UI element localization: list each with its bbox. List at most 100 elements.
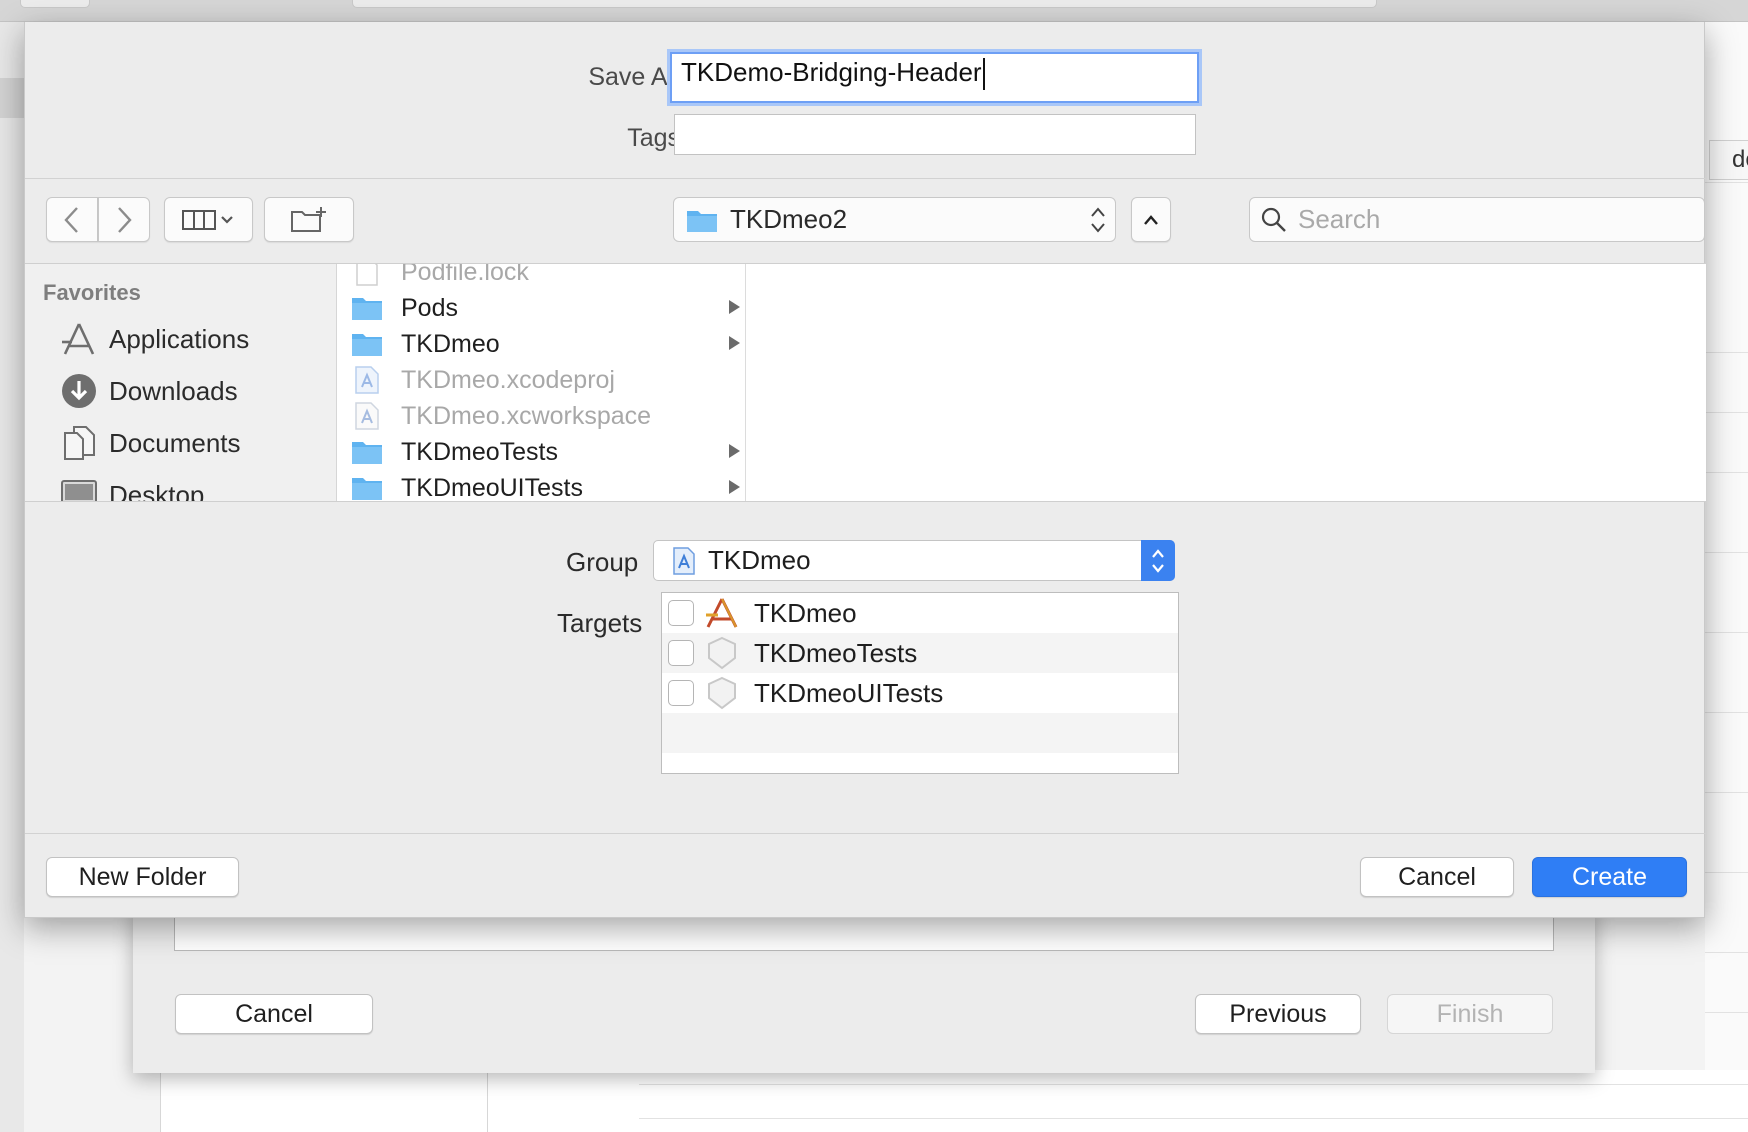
file-name: Podfile.lock (401, 264, 529, 286)
disclosure-arrow-icon (729, 300, 740, 314)
target-name: TKDmeo (754, 597, 857, 628)
desktop-icon (59, 475, 99, 501)
background-table (160, 1070, 1748, 1132)
search-placeholder: Search (1298, 204, 1381, 234)
disclosure-arrow-icon (729, 336, 740, 350)
new-file-wizard: Cancel Previous Finish (133, 905, 1595, 1073)
cancel-button[interactable]: Cancel (1360, 857, 1514, 897)
sidebar: Favorites Applications Downloads Documen… (25, 264, 337, 501)
test-target-icon (704, 675, 740, 711)
background-row-line (1705, 182, 1748, 183)
chevron-up-icon (1144, 214, 1158, 225)
view-mode-button[interactable] (164, 197, 253, 242)
file-name: TKDmeo.xcworkspace (401, 401, 652, 430)
wizard-cancel-button[interactable]: Cancel (175, 994, 373, 1034)
background-selection (0, 78, 24, 118)
empty-row (662, 713, 1178, 753)
background-editor: de (1705, 22, 1748, 1132)
target-checkbox[interactable] (668, 680, 694, 706)
location-popup[interactable]: TKDmeo2 (673, 197, 1116, 242)
background-row-line (1705, 472, 1748, 473)
app-target-icon (704, 595, 740, 631)
folder-icon (687, 210, 717, 232)
file-name: TKDmeo.xcodeproj (401, 365, 615, 394)
background-tab: de (1709, 140, 1748, 180)
back-button[interactable] (46, 197, 98, 242)
sidebar-item-label: Downloads (109, 375, 238, 406)
file-row[interactable]: TKDmeo.xcodeproj (337, 362, 745, 398)
search-field[interactable]: Search (1249, 197, 1705, 242)
background-divider (487, 1070, 488, 1132)
target-checkbox[interactable] (668, 640, 694, 666)
create-button[interactable]: Create (1532, 857, 1687, 897)
background-row-line (1705, 552, 1748, 553)
expand-toggle-button[interactable] (1131, 197, 1171, 242)
chevron-left-icon (64, 206, 78, 233)
group-value: TKDmeo (708, 545, 811, 575)
background-row-line (639, 1084, 1748, 1085)
sidebar-heading: Favorites (43, 280, 141, 305)
file-name: TKDmeo (401, 329, 500, 358)
wizard-finish-button[interactable]: Finish (1387, 994, 1553, 1034)
save-as-field[interactable]: TKDemo-Bridging-Header (670, 52, 1199, 103)
background-row-line (1705, 1012, 1748, 1013)
xcodeproj-icon (673, 546, 695, 575)
wizard-previous-button[interactable]: Previous (1195, 994, 1361, 1034)
background-row-line (1705, 872, 1748, 873)
background-row-line (1705, 952, 1748, 953)
up-down-chevron-icon (1091, 207, 1105, 233)
background-row-line (1705, 792, 1748, 793)
folder-icon (349, 470, 385, 501)
text-caret (982, 58, 985, 91)
background-navigator (0, 22, 24, 1132)
target-name: TKDmeoTests (754, 637, 918, 668)
sidebar-item-label: Applications (109, 323, 250, 354)
xcworkspace-icon (349, 398, 385, 434)
forward-button[interactable] (98, 197, 150, 242)
target-row[interactable]: TKDmeo (662, 593, 1178, 633)
background-row-line (639, 1118, 1748, 1119)
background-toolbar (0, 0, 1748, 22)
file-name: TKDmeoTests (401, 437, 558, 466)
target-row[interactable]: TKDmeoTests (662, 633, 1178, 673)
dialog-separator (25, 178, 1706, 179)
group-label: Group (566, 547, 639, 577)
new-folder-icon (291, 206, 326, 232)
dialog-separator (25, 833, 1706, 834)
document-icon (349, 264, 385, 290)
file-column: Podfile.lock Pods TKDmeo TKDmeo.xcodepro… (337, 264, 746, 501)
disclosure-arrow-icon (729, 480, 740, 494)
target-row[interactable]: TKDmeoUITests (662, 673, 1178, 713)
new-folder-button[interactable]: New Folder (46, 857, 239, 897)
file-row[interactable]: TKDmeoTests (337, 434, 745, 470)
file-row[interactable]: TKDmeo (337, 326, 745, 362)
group-stepper[interactable] (1141, 540, 1175, 581)
target-checkbox[interactable] (668, 600, 694, 626)
test-target-icon (704, 635, 740, 671)
documents-icon (59, 423, 99, 463)
file-name: Pods (401, 293, 458, 322)
file-row[interactable]: TKDmeoUITests (337, 470, 745, 501)
background-row-line (1705, 412, 1748, 413)
group-popup[interactable]: TKDmeo (653, 540, 1175, 581)
new-folder-toolbar-button[interactable] (264, 197, 354, 242)
targets-list: TKDmeo TKDmeoTests TKDmeoUITests (661, 592, 1179, 774)
file-row[interactable]: Podfile.lock (337, 264, 745, 290)
tags-field[interactable] (674, 114, 1196, 155)
background-row-line (1705, 712, 1748, 713)
up-down-chevron-icon (1152, 548, 1164, 573)
file-browser: Favorites Applications Downloads Documen… (25, 263, 1706, 502)
chevron-right-icon (118, 206, 132, 233)
sidebar-item-applications[interactable]: Applications (59, 319, 249, 359)
background-toolbar-segment (20, 0, 90, 8)
folder-icon (349, 290, 385, 326)
sidebar-item-documents[interactable]: Documents (59, 423, 241, 463)
column-view-icon (181, 209, 233, 230)
background-row-line (1705, 352, 1748, 353)
file-row[interactable]: Pods (337, 290, 745, 326)
file-row[interactable]: TKDmeo.xcworkspace (337, 398, 745, 434)
disclosure-arrow-icon (729, 444, 740, 458)
save-as-label: Save As: (588, 63, 687, 91)
sidebar-item-downloads[interactable]: Downloads (59, 371, 238, 411)
sidebar-item-desktop[interactable]: Desktop (59, 475, 204, 501)
